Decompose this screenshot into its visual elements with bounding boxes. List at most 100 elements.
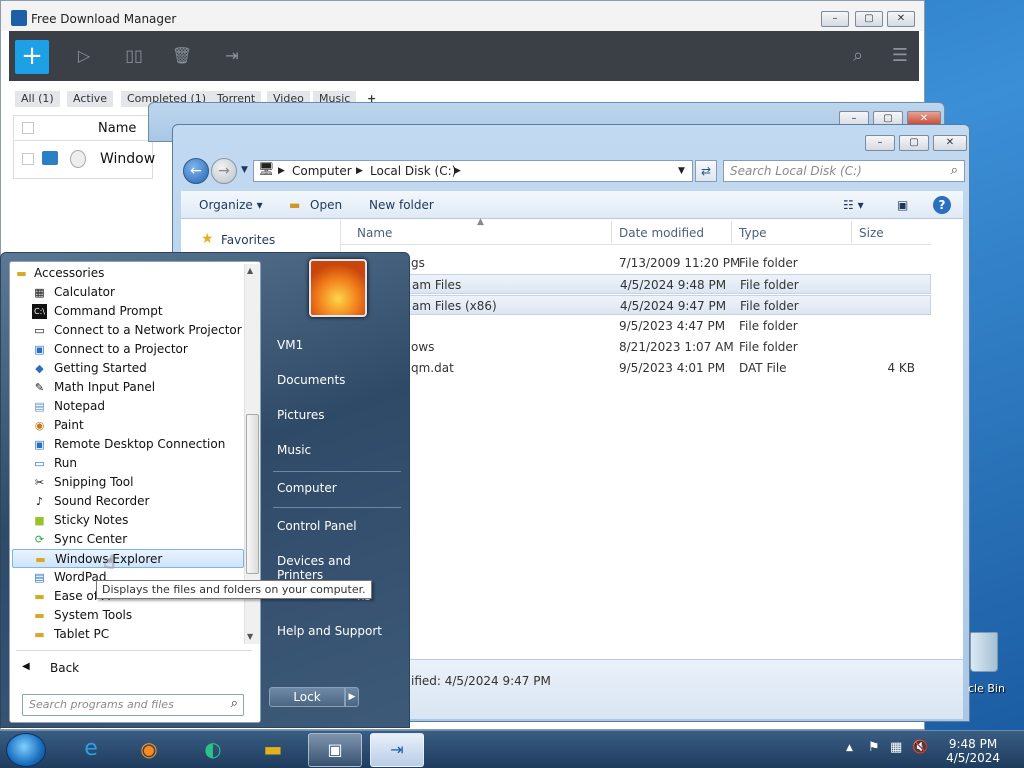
- organize-button[interactable]: Organize ▾: [199, 198, 263, 212]
- start-search-input[interactable]: Search programs and files ⌕: [22, 694, 244, 716]
- start-item-documents[interactable]: Documents: [269, 366, 403, 394]
- program-item[interactable]: ▭ Connect to a Network Projector: [12, 321, 244, 340]
- program-item[interactable]: ▤ Notepad: [12, 397, 244, 416]
- user-avatar[interactable]: [309, 259, 367, 317]
- column-type[interactable]: Type: [739, 226, 767, 240]
- internet-explorer-icon[interactable]: e: [64, 733, 118, 767]
- minimize-button[interactable]: –: [865, 135, 895, 151]
- start-button[interactable]: [6, 733, 46, 767]
- scrollbar-thumb[interactable]: [246, 414, 259, 574]
- free-download-manager-icon[interactable]: ⇥: [370, 733, 424, 767]
- program-item[interactable]: ▭ Run: [12, 454, 244, 473]
- help-icon[interactable]: ?: [933, 196, 951, 214]
- scissors-icon: ✂: [34, 476, 45, 489]
- breadcrumb-local-disk[interactable]: Local Disk (C:): [370, 164, 456, 178]
- clock[interactable]: 9:48 PM 4/5/2024: [946, 737, 1000, 765]
- search-icon[interactable]: ⌕: [951, 163, 958, 178]
- program-item[interactable]: ▬ System Tools: [12, 606, 244, 625]
- program-item-windows-explorer[interactable]: ▬ Windows Explorer: [12, 549, 244, 568]
- recycle-bin[interactable]: cle Bin: [960, 632, 1020, 702]
- menu-icon[interactable]: ☰: [889, 45, 911, 67]
- app-icon[interactable]: ◐: [186, 733, 240, 767]
- program-item[interactable]: ▣ Connect to a Projector: [12, 340, 244, 359]
- play-icon[interactable]: ▷: [73, 45, 95, 67]
- start-item-user[interactable]: VM1: [269, 331, 403, 359]
- breadcrumb-chevron-icon[interactable]: ▶: [454, 166, 461, 176]
- pause-icon[interactable]: ▯▯: [123, 45, 145, 67]
- move-icon[interactable]: ⇥: [221, 45, 243, 67]
- column-name[interactable]: Name: [357, 226, 392, 240]
- maximize-button[interactable]: ▢: [899, 135, 929, 151]
- program-item[interactable]: ▣ Remote Desktop Connection: [12, 435, 244, 454]
- address-bar[interactable]: 🖥 ▶ Computer ▶ Local Disk (C:) ▶ ▼: [253, 160, 693, 182]
- breadcrumb-chevron-icon[interactable]: ▶: [278, 166, 285, 176]
- action-center-flag-icon[interactable]: ⚑: [868, 740, 880, 755]
- program-item[interactable]: ✎ Math Input Panel: [12, 378, 244, 397]
- filter-all[interactable]: All (1): [15, 91, 60, 107]
- program-item[interactable]: ■ Sticky Notes: [12, 511, 244, 530]
- address-dropdown-icon[interactable]: ▼: [678, 166, 685, 176]
- new-folder-button[interactable]: New folder: [369, 198, 434, 212]
- program-item[interactable]: ◆ Getting Started: [12, 359, 244, 378]
- filter-active[interactable]: Active: [67, 91, 114, 107]
- recent-pages-icon[interactable]: ▼: [241, 165, 248, 175]
- column-size[interactable]: Size: [859, 226, 884, 240]
- firefox-icon[interactable]: ◉: [122, 733, 176, 767]
- search-icon[interactable]: ⌕: [847, 45, 869, 67]
- file-row[interactable]: ows 8/21/2023 1:07 AM File folder: [341, 337, 931, 357]
- program-item[interactable]: ◉ Paint: [12, 416, 244, 435]
- fdm-download-row[interactable]: Window: [13, 141, 156, 179]
- file-row[interactable]: am Files 4/5/2024 9:48 PM File folder: [341, 274, 931, 294]
- column-date-modified[interactable]: Date modified: [619, 226, 704, 240]
- network-icon[interactable]: ▦: [890, 740, 902, 755]
- program-item[interactable]: ✂ Snipping Tool: [12, 473, 244, 492]
- file-row[interactable]: 9/5/2023 4:47 PM File folder: [341, 316, 931, 336]
- start-item-help-support[interactable]: Help and Support: [269, 617, 403, 645]
- program-item[interactable]: ▬ Tablet PC: [12, 625, 244, 644]
- fdm-titlebar[interactable]: Free Download Manager – ▢ ✕: [1, 1, 924, 31]
- column-name[interactable]: Name: [98, 121, 136, 136]
- minimize-button[interactable]: –: [821, 11, 849, 27]
- file-row[interactable]: am Files (x86) 4/5/2024 9:47 PM File fol…: [341, 295, 931, 315]
- favorites-item[interactable]: Favorites: [221, 233, 275, 247]
- lock-button[interactable]: Lock: [269, 687, 345, 707]
- back-button[interactable]: ◀ Back: [16, 658, 252, 680]
- open-button[interactable]: Open: [310, 198, 342, 212]
- download-name: Window: [100, 151, 156, 167]
- breadcrumb-chevron-icon[interactable]: ▶: [356, 166, 363, 176]
- file-row[interactable]: gs 7/13/2009 11:20 PM File folder: [341, 253, 931, 273]
- start-item-computer[interactable]: Computer: [269, 474, 403, 502]
- show-hidden-icons-icon[interactable]: ▲: [846, 743, 853, 753]
- program-item[interactable]: ⟳ Sync Center: [12, 530, 244, 549]
- back-arrow-icon[interactable]: ←: [183, 158, 209, 184]
- start-item-control-panel[interactable]: Control Panel: [269, 512, 403, 540]
- row-checkbox[interactable]: [22, 153, 34, 165]
- scroll-down-icon[interactable]: ▼: [247, 632, 253, 641]
- search-icon[interactable]: ⌕: [231, 696, 238, 711]
- program-item[interactable]: ▦ Calculator: [12, 283, 244, 302]
- start-item-music[interactable]: Music: [269, 436, 403, 464]
- volume-muted-icon[interactable]: 🔇: [912, 740, 928, 755]
- close-button[interactable]: ✕: [887, 11, 915, 27]
- preview-pane-icon[interactable]: ▣: [897, 198, 908, 212]
- forward-arrow-icon[interactable]: →: [211, 158, 237, 184]
- select-all-checkbox[interactable]: [22, 122, 34, 134]
- breadcrumb-computer[interactable]: Computer: [292, 164, 352, 178]
- trash-icon[interactable]: 🗑: [171, 45, 193, 67]
- maximize-button[interactable]: ▢: [855, 11, 883, 27]
- scroll-up-icon[interactable]: ▲: [247, 266, 253, 275]
- refresh-icon[interactable]: ⇄: [695, 160, 717, 182]
- shutdown-options-icon[interactable]: ▶: [345, 687, 359, 707]
- close-button[interactable]: ✕: [933, 135, 967, 151]
- add-download-button[interactable]: +: [15, 40, 49, 74]
- view-options-icon[interactable]: ☷ ▾: [843, 198, 864, 212]
- start-item-pictures[interactable]: Pictures: [269, 401, 403, 429]
- program-item[interactable]: ♪ Sound Recorder: [12, 492, 244, 511]
- start-item-devices-printers[interactable]: Devices and Printers: [269, 547, 403, 582]
- windows-explorer-icon[interactable]: ▬: [246, 733, 300, 767]
- remote-desktop-icon[interactable]: ▣: [308, 733, 362, 767]
- program-item[interactable]: C:\ Command Prompt: [12, 302, 244, 321]
- explorer-search-input[interactable]: Search Local Disk (C:) ⌕: [723, 160, 965, 182]
- file-row[interactable]: qm.dat 9/5/2023 4:01 PM DAT File 4 KB: [341, 358, 931, 378]
- program-item[interactable]: ▬ Accessories: [12, 264, 244, 283]
